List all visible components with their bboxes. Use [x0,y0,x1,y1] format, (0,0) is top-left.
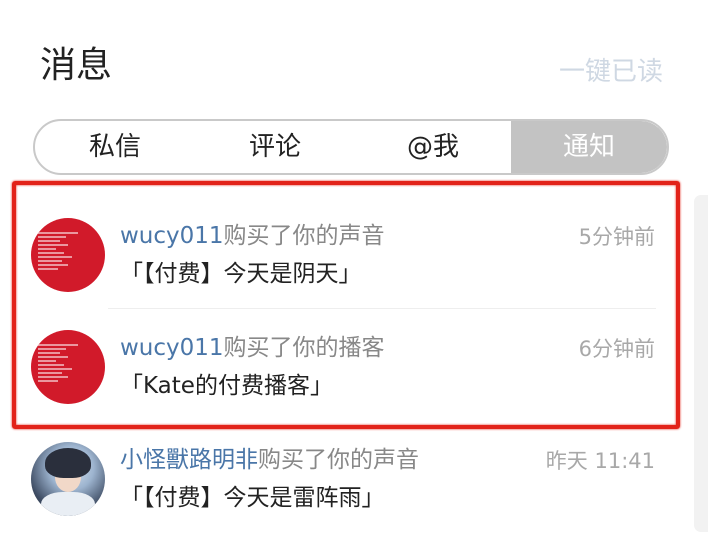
notification-item[interactable]: 小怪獸路明非购买了你的声音 昨天 11:41 「【付费】今天是雷阵雨」 [0,424,708,534]
mark-all-read-button[interactable]: 一键已读 [559,52,663,92]
notification-title: 小怪獸路明非购买了你的声音 [120,443,419,477]
header: 消息 一键已读 [0,0,708,110]
avatar[interactable] [31,442,105,516]
notification-action: 购买了你的声音 [258,447,419,473]
highlight-annotation-box [12,181,680,429]
tab-bar: 私信 评论 @我 通知 [33,119,669,175]
tab-comments[interactable]: 评论 [195,121,355,173]
tab-mentions[interactable]: @我 [353,121,513,173]
tab-private-messages[interactable]: 私信 [35,121,195,173]
username-link[interactable]: 小怪獸路明非 [120,447,258,473]
page-title: 消息 [40,45,113,86]
tab-notifications[interactable]: 通知 [511,121,667,173]
notification-content[interactable]: 「【付费】今天是雷阵雨」 [120,481,385,515]
timestamp: 昨天 11:41 [545,449,655,473]
